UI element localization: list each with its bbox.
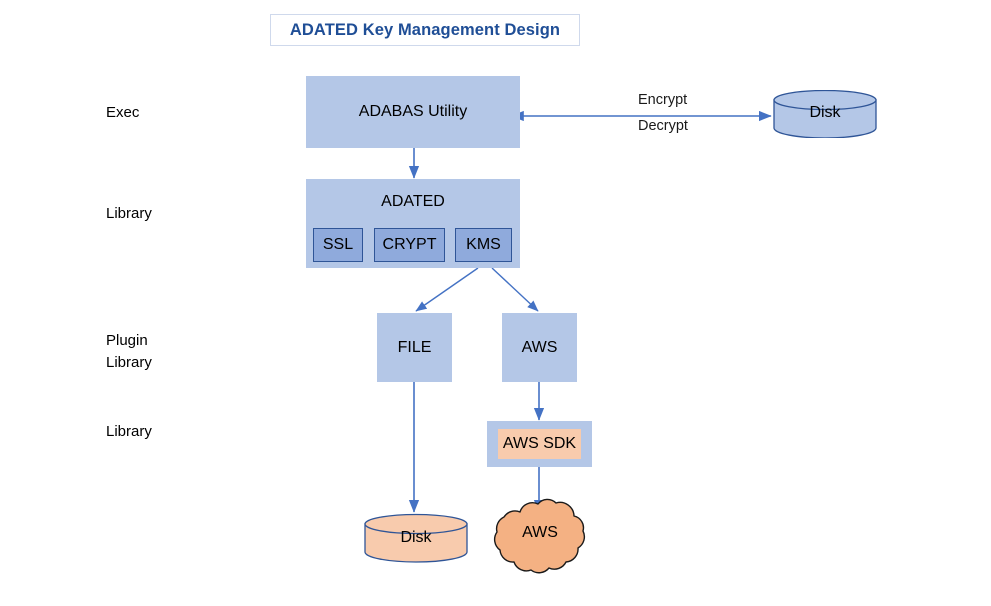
node-aws-sdk[interactable]: AWS SDK: [498, 429, 581, 459]
diagram-title-box: ADATED Key Management Design: [270, 14, 580, 46]
node-crypt[interactable]: CRYPT: [374, 228, 445, 262]
connector-kms-file: [415, 267, 479, 312]
node-disk-top-label: Disk: [809, 104, 841, 121]
row-label-plugin-library: Plugin Library: [106, 332, 152, 371]
node-aws-cloud[interactable]: AWS: [490, 494, 590, 576]
node-crypt-label: CRYPT: [382, 236, 437, 253]
node-disk-bottom[interactable]: Disk: [364, 513, 468, 563]
node-ssl[interactable]: SSL: [313, 228, 363, 262]
diagram-canvas: Disk (bidirectional) --> ADATED: [0, 0, 991, 606]
node-disk-bottom-label: Disk: [400, 529, 432, 546]
node-disk-top[interactable]: Disk: [773, 89, 877, 139]
edge-label-decrypt: Decrypt: [638, 118, 688, 134]
row-label-library-1: Library: [106, 205, 152, 222]
node-kms[interactable]: KMS: [455, 228, 512, 262]
page-title: ADATED Key Management Design: [289, 20, 561, 39]
connector-kms-aws: [491, 267, 539, 312]
node-kms-label: KMS: [466, 236, 501, 253]
edge-label-encrypt: Encrypt: [638, 92, 688, 108]
node-adabas-utility[interactable]: ADABAS Utility: [306, 76, 520, 148]
node-aws-cloud-label: AWS: [522, 524, 558, 541]
node-adated-label: ADATED: [381, 193, 445, 210]
node-file[interactable]: FILE: [377, 313, 452, 382]
row-label-exec: Exec: [106, 104, 140, 121]
node-adabas-utility-label: ADABAS Utility: [358, 103, 468, 120]
node-aws[interactable]: AWS: [502, 313, 577, 382]
node-file-label: FILE: [397, 338, 432, 356]
node-ssl-label: SSL: [322, 236, 354, 253]
row-label-library-2: Library: [106, 423, 152, 440]
node-aws-label: AWS: [521, 338, 558, 356]
node-aws-sdk-label: AWS SDK: [502, 435, 577, 452]
node-aws-sdk-wrapper[interactable]: AWS SDK: [487, 421, 592, 467]
